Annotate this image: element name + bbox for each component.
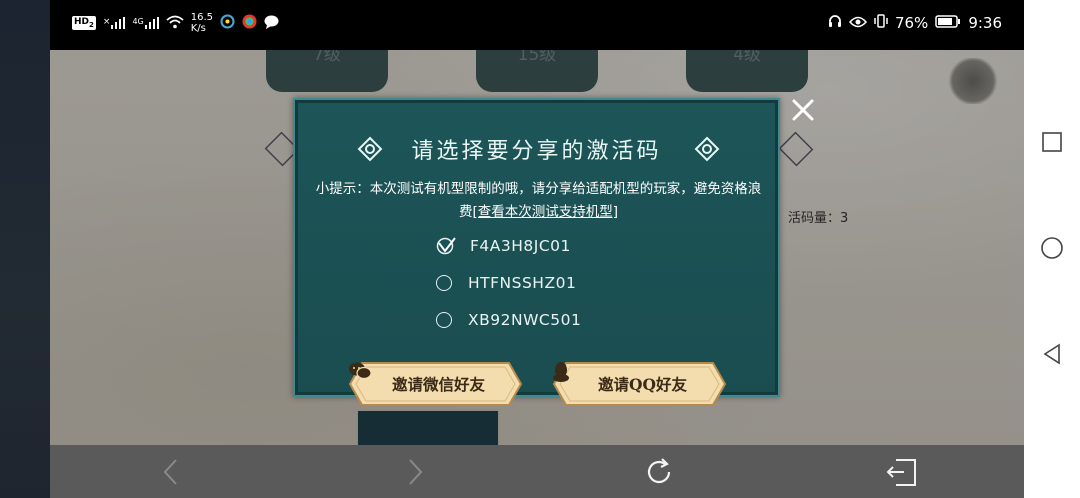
battery-percent: 76%: [894, 14, 929, 32]
title-right-ornament-icon: [694, 136, 720, 162]
left-edge-background: [0, 0, 50, 498]
code-option-3[interactable]: XB92NWC501: [436, 308, 581, 332]
vibrate-icon: [874, 14, 888, 32]
invite-qq-label: 邀请QQ好友: [597, 375, 687, 394]
exit-icon[interactable]: [884, 455, 918, 489]
radio-icon[interactable]: [436, 275, 452, 291]
forward-arrow-icon[interactable]: [398, 455, 432, 489]
home-icon[interactable]: [1040, 236, 1064, 260]
invite-wechat-button[interactable]: 邀请微信好友: [348, 361, 523, 407]
wifi-icon: [166, 15, 184, 32]
share-code-dialog: 请选择要分享的激活码 小提示：本次测试有机型限制的哦，请分享给适配机型的玩家，避…: [293, 98, 780, 397]
supported-devices-link[interactable]: [查看本次测试支持机型]: [472, 204, 618, 220]
clock: 9:36: [968, 14, 1002, 32]
back-icon[interactable]: [1040, 342, 1064, 366]
code-label: XB92NWC501: [468, 311, 582, 329]
back-arrow-icon[interactable]: [154, 455, 188, 489]
code-option-1[interactable]: F4A3H8JC01: [436, 234, 571, 258]
recent-apps-icon[interactable]: [1040, 130, 1064, 154]
headphones-icon: [828, 14, 842, 32]
checked-radio-icon[interactable]: [436, 237, 456, 255]
battery-icon: [935, 14, 961, 32]
app-notification-icon-1: [220, 14, 235, 32]
invite-qq-button[interactable]: 邀请QQ好友: [552, 361, 727, 407]
status-bar: HD2 × 4G 16.5 K/s 76% 9:36: [50, 0, 1024, 50]
chat-notification-icon: [264, 15, 279, 32]
close-icon[interactable]: [789, 96, 817, 124]
code-option-2[interactable]: HTFNSSHZ01: [436, 271, 576, 295]
signal-2-icon: 4G: [132, 17, 159, 29]
dialog-tip: 小提示：本次测试有机型限制的哦，请分享给适配机型的玩家，避免资格浪费[查看本次测…: [315, 178, 762, 224]
android-nav-bar: [1024, 0, 1080, 498]
hd-badge: HD2: [72, 16, 96, 30]
browser-bottom-bar: [50, 445, 1024, 498]
app-notification-icon-2: [242, 14, 257, 32]
status-bar-left: HD2 × 4G 16.5 K/s: [72, 12, 279, 34]
radio-icon[interactable]: [436, 312, 452, 328]
code-label: F4A3H8JC01: [470, 237, 571, 255]
status-bar-right: 76% 9:36: [828, 14, 1002, 32]
code-label: HTFNSSHZ01: [468, 274, 577, 292]
invite-wechat-label: 邀请微信好友: [391, 375, 485, 394]
refresh-icon[interactable]: [642, 455, 676, 489]
net-speed: 16.5 K/s: [190, 12, 213, 34]
eye-comfort-icon: [848, 14, 868, 32]
signal-1-icon: ×: [103, 17, 126, 29]
